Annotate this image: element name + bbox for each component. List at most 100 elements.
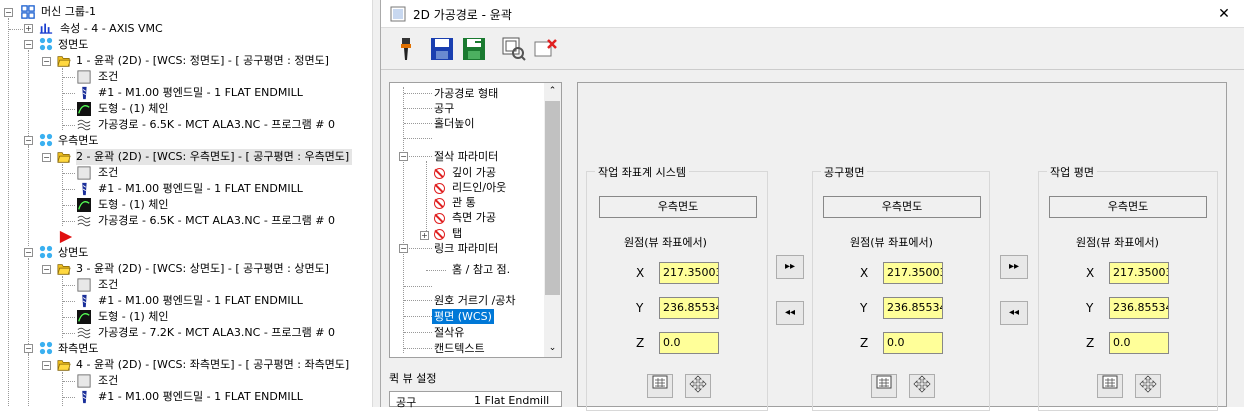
parameters-label[interactable]: 조건 (98, 373, 118, 389)
parameters-label[interactable]: 조건 (98, 69, 118, 85)
toolpath-dialog: 2D 가공경로 - 윤곽 ✕ 가공경로 형태 공구 홀더높이 − 절삭 파라미터… (380, 0, 1244, 411)
collapse-toggle[interactable]: − (24, 344, 33, 353)
cplane-y-field[interactable]: 236.855343 (1109, 297, 1169, 319)
collapse-toggle[interactable]: − (399, 152, 408, 161)
toolpath-group-label[interactable]: 좌측면도 (58, 341, 98, 357)
geometry-icon (77, 198, 91, 212)
nav-item-selected[interactable]: 평면 (WCS) (432, 309, 494, 324)
nav-item[interactable]: 원호 거르기 /공차 (434, 293, 516, 308)
operation-label[interactable]: 1 - 윤곽 (2D) - [WCS: 정면도] - [ 공구평면 : 정면도] (76, 53, 329, 69)
tool-label[interactable]: #1 - M1.00 평엔드밀 - 1 FLAT ENDMILL (98, 181, 303, 197)
wcs-y-field[interactable]: 236.855343 (659, 297, 719, 319)
move-icon[interactable] (1135, 374, 1161, 398)
geometry-label[interactable]: 도형 - (1) 체인 (98, 197, 169, 213)
nav-item[interactable]: 공구 (434, 101, 454, 116)
copy-right-button[interactable]: ▸▸ (776, 255, 804, 279)
operation-label-selected[interactable]: 2 - 윤곽 (2D) - [WCS: 우측면도] - [ 공구평면 : 우측면… (76, 149, 353, 165)
nav-item[interactable]: 가공경로 형태 (434, 86, 498, 101)
wcs-view-button[interactable]: 우측면도 (599, 196, 757, 218)
geometry-label[interactable]: 도형 - (1) 체인 (98, 101, 169, 117)
tool-label[interactable]: #1 - M1.00 평엔드밀 - 1 FLAT ENDMILL (98, 389, 303, 405)
calculator-icon[interactable] (871, 374, 897, 398)
tool-x-field[interactable]: 217.350039 (883, 262, 943, 284)
tool-label[interactable]: #1 - M1.00 평엔드밀 - 1 FLAT ENDMILL (98, 293, 303, 309)
nav-item[interactable]: 절삭 파라미터 (434, 149, 498, 164)
nav-item[interactable]: 홀더높이 (434, 116, 474, 131)
nav-item[interactable]: 리드인/아웃 (452, 180, 506, 195)
expand-toggle[interactable]: + (24, 24, 33, 33)
parameter-nav-tree[interactable]: 가공경로 형태 공구 홀더높이 − 절삭 파라미터 깊이 가공 리드인/아웃 관… (389, 82, 562, 358)
construction-plane-title: 작업 평면 (1047, 164, 1097, 180)
nav-item[interactable]: 홈 / 참고 점. (452, 262, 510, 277)
collapse-toggle[interactable]: − (24, 40, 33, 49)
wcs-x-field[interactable]: 217.350039 (659, 262, 719, 284)
collapse-toggle[interactable]: − (24, 248, 33, 257)
origin-label: 원점(뷰 좌표에서) (1076, 236, 1159, 249)
tool-icon (82, 182, 87, 196)
toolpath-group-label[interactable]: 상면도 (58, 245, 88, 261)
collapse-toggle[interactable]: − (399, 244, 408, 253)
move-icon[interactable] (909, 374, 935, 398)
scroll-up-icon[interactable]: ⌃ (544, 83, 561, 100)
calculator-icon[interactable] (647, 374, 673, 398)
tool-icon (82, 294, 87, 308)
scroll-down-icon[interactable]: ⌄ (544, 340, 561, 357)
cplane-z-field[interactable]: 0.0 (1109, 332, 1169, 354)
tool-plane-view-button[interactable]: 우측면도 (823, 196, 981, 218)
wcs-z-field[interactable]: 0.0 (659, 332, 719, 354)
geometry-label[interactable]: 도형 - (1) 체인 (98, 309, 169, 325)
properties-icon (39, 23, 53, 34)
parameters-label[interactable]: 조건 (98, 165, 118, 181)
cplane-x-field[interactable]: 217.350039 (1109, 262, 1169, 284)
nav-scrollbar[interactable]: ⌃ ⌄ (544, 83, 561, 357)
nav-item[interactable]: 절삭유 (434, 325, 464, 340)
tool-z-field[interactable]: 0.0 (883, 332, 943, 354)
expand-toggle[interactable]: + (420, 231, 429, 240)
construction-plane-view-button[interactable]: 우측면도 (1049, 196, 1207, 218)
toolpath-group-label[interactable]: 정면도 (58, 37, 88, 53)
nav-item[interactable]: 캔드텍스트 (434, 341, 485, 356)
quick-value: 1 Flat Endmill (474, 394, 550, 407)
toolpath-label[interactable]: 가공경로 - 6.5K - MCT ALA3.NC - 프로그램 # 0 (98, 213, 335, 229)
operation-label[interactable]: 3 - 윤곽 (2D) - [WCS: 상면도] - [ 공구평면 : 상면도] (76, 261, 329, 277)
nav-item[interactable]: 깊이 가공 (452, 165, 496, 180)
parameters-icon (77, 278, 91, 292)
tool-holder-icon[interactable] (393, 36, 419, 62)
tool-label[interactable]: #1 - M1.00 평엔드밀 - 1 FLAT ENDMILL (98, 85, 303, 101)
collapse-toggle[interactable]: − (42, 153, 51, 162)
pane-splitter[interactable] (372, 0, 380, 407)
copy-left-button[interactable]: ◂◂ (776, 301, 804, 325)
save-icon[interactable] (429, 36, 455, 62)
view-icon[interactable] (501, 36, 527, 62)
copy-left-button[interactable]: ◂◂ (1000, 301, 1028, 325)
close-button[interactable]: ✕ (1209, 3, 1239, 25)
collapse-toggle[interactable]: − (4, 8, 13, 17)
collapse-toggle[interactable]: − (24, 136, 33, 145)
scroll-thumb[interactable] (545, 101, 560, 295)
collapse-toggle[interactable]: − (42, 57, 51, 66)
operation-label[interactable]: 4 - 윤곽 (2D) - [WCS: 좌측면도] - [ 공구평면 : 좌측면… (76, 357, 349, 373)
origin-label: 원점(뷰 좌표에서) (624, 236, 707, 249)
properties-label[interactable]: 속성 - 4 - AXIS VMC (60, 21, 163, 37)
nav-item[interactable]: 탭 (452, 226, 462, 241)
nav-item[interactable]: 링크 파라미터 (434, 241, 498, 256)
collapse-toggle[interactable]: − (42, 361, 51, 370)
z-label: Z (1086, 336, 1095, 350)
parameters-icon (77, 70, 91, 84)
tool-y-field[interactable]: 236.855343 (883, 297, 943, 319)
operations-tree[interactable]: − 머신 그룹-1 + 속성 - 4 - AXIS VMC − 정면도 − 1 … (0, 0, 372, 407)
nav-item[interactable]: 측면 가공 (452, 210, 496, 225)
calculator-icon[interactable] (1097, 374, 1123, 398)
insert-arrow-icon[interactable] (58, 230, 74, 244)
machine-group-label[interactable]: 머신 그룹-1 (41, 4, 96, 20)
parameters-label[interactable]: 조건 (98, 277, 118, 293)
toolpath-label[interactable]: 가공경로 - 6.5K - MCT ALA3.NC - 프로그램 # 0 (98, 117, 335, 133)
delete-icon[interactable] (533, 36, 559, 62)
save-as-icon[interactable] (461, 36, 487, 62)
nav-item[interactable]: 관 통 (452, 195, 476, 210)
copy-right-button[interactable]: ▸▸ (1000, 255, 1028, 279)
toolpath-label[interactable]: 가공경로 - 7.2K - MCT ALA3.NC - 프로그램 # 0 (98, 325, 335, 341)
collapse-toggle[interactable]: − (42, 265, 51, 274)
toolpath-group-label[interactable]: 우측면도 (58, 133, 98, 149)
move-icon[interactable] (685, 374, 711, 398)
